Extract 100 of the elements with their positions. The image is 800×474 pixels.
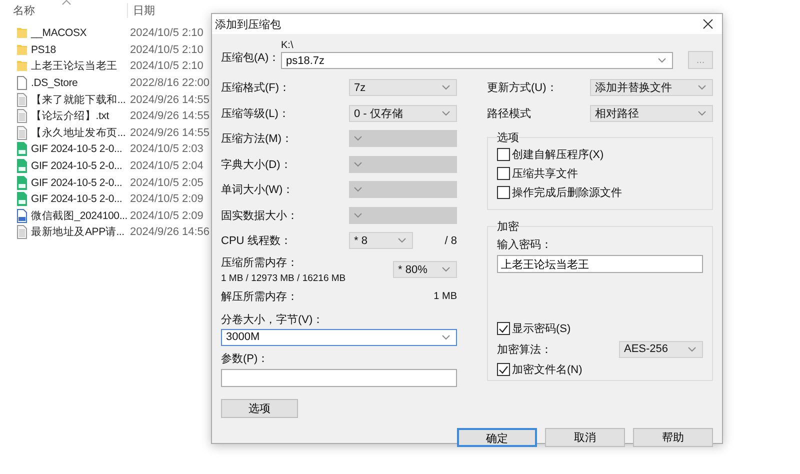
field-label: CPU 线程数：	[221, 234, 292, 248]
caret-icon	[698, 85, 706, 90]
combo-field[interactable]: ps18.7z	[281, 52, 673, 69]
document-icon	[16, 76, 28, 90]
column-header[interactable]: 日期	[133, 3, 155, 18]
file-name[interactable]: __MACOSX	[31, 27, 128, 40]
field-label: 压缩方法(M)：	[221, 132, 292, 146]
window-title: 添加到压缩包	[215, 18, 281, 32]
caret-icon	[354, 136, 362, 142]
field-label: 加密算法：	[497, 342, 552, 356]
file-name[interactable]: GIF 2024-10-5 2-0...	[31, 160, 128, 172]
field-label: 压缩等级(L)：	[221, 106, 290, 121]
thread-total: / 8	[444, 234, 457, 247]
field-label: 参数(P)：	[221, 352, 270, 366]
field-label: 单词大小(W)：	[221, 183, 294, 198]
file-date: 2024/10/5 2:03	[130, 143, 204, 156]
parameters-field[interactable]	[221, 368, 457, 386]
caret-icon	[442, 334, 450, 340]
field-label: 固实数据大小：	[221, 208, 298, 223]
field-label: 解压所需内存：	[221, 290, 298, 304]
dialog-button[interactable]: 确定	[457, 428, 537, 446]
file-name[interactable]: 【论坛介绍】.txt	[31, 109, 128, 124]
gif-file-icon	[16, 192, 28, 206]
file-name[interactable]: 微信截图_2024100...	[31, 208, 128, 223]
field-label: 分卷大小，字节(V)：	[221, 312, 325, 326]
file-date: 2024/10/5 2:09	[130, 193, 204, 206]
combo-field[interactable]: 3000M	[221, 328, 457, 346]
memory-detail: 1 MB / 12973 MB / 16216 MB	[221, 273, 346, 284]
gif-file-icon	[16, 142, 28, 156]
file-date: 2024/10/5 2:05	[130, 176, 204, 189]
image-file-icon	[16, 208, 28, 223]
file-name[interactable]: GIF 2024-10-5 2-0...	[31, 143, 128, 156]
file-date: 2024/9/26 14:56	[130, 226, 210, 238]
field-label: 压缩包(A)：	[221, 50, 281, 66]
checkbox[interactable]	[497, 167, 510, 180]
file-date: 2024/10/5 2:09	[130, 210, 204, 222]
column-header[interactable]: 名称	[13, 3, 35, 18]
checkbox[interactable]	[497, 322, 510, 335]
check-icon	[499, 366, 508, 374]
password-field[interactable]: 上老王论坛当老王	[497, 255, 703, 273]
field-label: 路径模式	[487, 106, 531, 121]
checkbox[interactable]	[497, 148, 510, 161]
checkbox-label: 创建自解压程序(X)	[512, 148, 604, 162]
file-name[interactable]: GIF 2024-10-5 2-0...	[31, 176, 128, 189]
caret-icon	[442, 267, 450, 272]
file-name[interactable]: .DS_Store	[31, 77, 128, 90]
field-label: 输入密码：	[497, 238, 553, 252]
checkbox-label: 加密文件名(N)	[512, 362, 582, 377]
file-date: 2024/9/26 14:55	[130, 126, 210, 139]
options-button[interactable]: 选项	[221, 398, 298, 418]
caret-icon	[398, 238, 406, 244]
dropdown[interactable]: 相对路径	[590, 104, 713, 122]
field-label: 压缩所需内存：	[221, 256, 299, 270]
caret-icon	[442, 110, 450, 116]
check-icon	[499, 324, 508, 332]
text-file-icon	[16, 109, 28, 124]
file-date: 2024/10/5 2:04	[130, 160, 204, 172]
dialog-button[interactable]: 取消	[545, 428, 625, 446]
file-name[interactable]: 【来了就能下载和...	[31, 92, 128, 107]
field-label: 更新方式(U)：	[487, 80, 558, 96]
file-date: 2024/10/5 2:10	[130, 44, 204, 56]
checkbox[interactable]	[497, 186, 510, 199]
checkbox-label: 操作完成后删除源文件	[512, 186, 622, 200]
dropdown[interactable]: AES-256	[619, 340, 703, 358]
memory-value: 1 MB	[434, 290, 457, 302]
gif-file-icon	[16, 159, 28, 174]
dialog-button[interactable]: 帮助	[633, 428, 713, 446]
dropdown[interactable]: 0 - 仅存储	[349, 104, 457, 122]
dropdown[interactable]: * 8	[349, 232, 413, 250]
caret-icon	[658, 58, 666, 63]
file-name[interactable]: PS18	[31, 44, 128, 56]
file-name[interactable]: 最新地址及APP请...	[31, 225, 128, 240]
file-name[interactable]: 【永久地址发布页...	[31, 126, 128, 140]
encryption-group: 加密 输入密码： 上老王论坛当老王 显示密码(S) 加密算法： AES-256 加密文件名(N)	[487, 219, 713, 381]
options-group: 选项 创建自解压程序(X) 压缩共享文件 操作完成后删除源文件	[487, 130, 713, 210]
file-name[interactable]: GIF 2024-10-5 2-0...	[31, 193, 128, 206]
caret-icon	[442, 85, 450, 90]
file-date: 2024/10/5 2:10	[130, 60, 204, 72]
checkbox-label: 压缩共享文件	[512, 166, 578, 181]
caret-icon	[354, 212, 362, 218]
file-date: 2024/9/26 14:55	[130, 110, 210, 122]
dropdown[interactable]: * 80%	[393, 261, 457, 278]
dropdown[interactable]: 7z	[349, 79, 457, 96]
caret-icon	[354, 162, 362, 167]
dropdown[interactable]: 添加并替换文件	[590, 79, 713, 96]
text-file-icon	[16, 92, 28, 107]
text-file-icon	[16, 225, 28, 240]
close-icon	[703, 19, 713, 29]
caret-icon	[698, 110, 706, 116]
checkbox-label: 显示密码(S)	[512, 322, 571, 336]
file-name[interactable]: 上老王论坛当老王	[31, 59, 128, 74]
text-file-icon	[16, 126, 28, 140]
file-date: 2024/10/5 2:10	[130, 27, 204, 40]
caret-icon	[354, 187, 362, 192]
caret-icon	[688, 346, 696, 352]
folder-icon	[16, 26, 28, 40]
checkbox[interactable]	[497, 363, 510, 376]
folder-icon	[16, 42, 28, 57]
gif-file-icon	[16, 176, 28, 190]
folder-path: K:\	[281, 40, 294, 52]
